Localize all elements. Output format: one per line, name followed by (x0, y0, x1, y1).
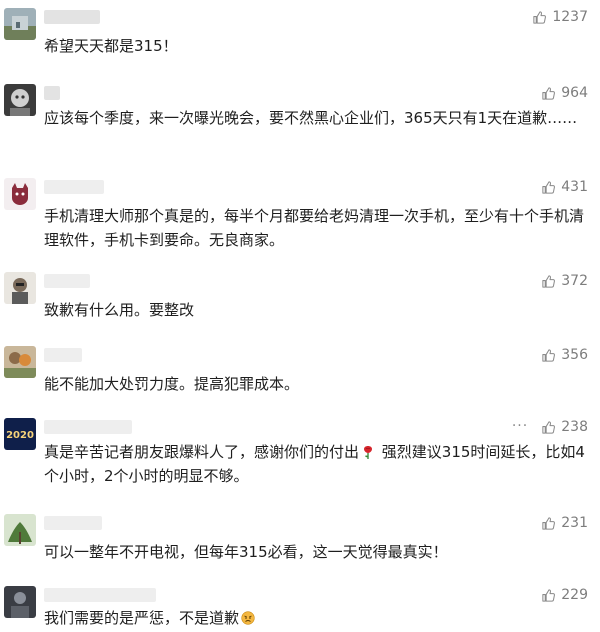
thumbs-up-icon (541, 274, 556, 289)
like-count: 431 (561, 179, 588, 195)
thumbs-up-icon (532, 10, 547, 25)
thumbs-up-icon (541, 348, 556, 363)
like-count: 1237 (552, 9, 588, 25)
comment-item: 2020 ··· 238 真是辛苦记者朋友跟爆料人了，感谢你们的付出 强烈建议3… (0, 418, 600, 504)
comment-text: 可以一整年不开电视，但每年315必看，这一天觉得最真实！ (44, 543, 448, 561)
comment-item: 231 可以一整年不开电视，但每年315必看，这一天觉得最真实！ (0, 514, 600, 574)
thumbs-up-icon (541, 588, 556, 603)
comment-text: 我们需要的是严惩，不是道歉 (44, 606, 590, 630)
like-button[interactable]: 238 (541, 418, 588, 436)
comment-text: 能不能加大处罚力度。提高犯罪成本。 (44, 375, 300, 393)
avatar[interactable] (4, 8, 36, 40)
comment-text: 手机清理大师那个真是的，每半个月都要给老妈清理一次手机，至少有十个手机清理软件，… (44, 207, 585, 249)
comment-item: 964 应该每个季度，来一次曝光晚会，要不然黑心企业们，365天只有1天在道歉…… (0, 84, 600, 164)
angry-face-emoji-icon (241, 608, 255, 625)
username-blurred[interactable] (44, 10, 100, 24)
avatar[interactable] (4, 346, 36, 378)
username-blurred[interactable] (44, 86, 60, 100)
thumbs-up-icon (541, 420, 556, 435)
comment-text: 希望天天都是315！ (44, 37, 178, 55)
like-count: 964 (561, 85, 588, 101)
comment-text: 应该每个季度，来一次曝光晚会，要不然黑心企业们，365天只有1天在道歉…… (44, 109, 578, 127)
avatar[interactable] (4, 586, 36, 618)
comment-feed: 1237 希望天天都是315！ 964 应该每个季度，来一次曝光晚会，要不然黑心… (0, 0, 600, 627)
avatar[interactable] (4, 178, 36, 210)
username-blurred[interactable] (44, 588, 156, 602)
like-count: 229 (561, 587, 588, 603)
comment-item: 372 致歉有什么用。要整改 (0, 272, 600, 332)
like-count: 372 (561, 273, 588, 289)
username-blurred[interactable] (44, 516, 102, 530)
username-blurred[interactable] (44, 420, 132, 434)
avatar[interactable]: 2020 (4, 418, 36, 450)
comment-item: 1237 希望天天都是315！ (0, 8, 600, 68)
like-button[interactable]: 372 (541, 272, 588, 290)
like-button[interactable]: 231 (541, 514, 588, 532)
rose-emoji-icon (361, 442, 375, 459)
comment-text-part: 我们需要的是严惩，不是道歉 (44, 609, 240, 627)
comment-item: 229 我们需要的是严惩，不是道歉 (0, 586, 600, 627)
like-count: 238 (561, 419, 588, 435)
thumbs-up-icon (541, 180, 556, 195)
avatar-label: 2020 (6, 430, 34, 441)
thumbs-up-icon (541, 516, 556, 531)
comment-text-part: 真是辛苦记者朋友跟爆料人了，感谢你们的付出 (44, 443, 360, 461)
like-button[interactable]: 356 (541, 346, 588, 364)
like-count: 231 (561, 515, 588, 531)
comment-text: 致歉有什么用。要整改 (44, 301, 195, 319)
thumbs-up-icon (541, 86, 556, 101)
like-count: 356 (561, 347, 588, 363)
avatar[interactable] (4, 272, 36, 304)
like-button[interactable]: 431 (541, 178, 588, 196)
comment-text: 真是辛苦记者朋友跟爆料人了，感谢你们的付出 强烈建议315时间延长，比如4个小时… (44, 440, 590, 488)
username-blurred[interactable] (44, 180, 104, 194)
comment-item: 431 手机清理大师那个真是的，每半个月都要给老妈清理一次手机，至少有十个手机清… (0, 178, 600, 258)
like-button[interactable]: 1237 (532, 8, 588, 26)
avatar[interactable] (4, 84, 36, 116)
avatar[interactable] (4, 514, 36, 546)
like-button[interactable]: 229 (541, 586, 588, 604)
username-blurred[interactable] (44, 274, 90, 288)
username-blurred[interactable] (44, 348, 82, 362)
like-button[interactable]: 964 (541, 84, 588, 102)
more-options-button[interactable]: ··· (510, 418, 530, 436)
comment-item: 356 能不能加大处罚力度。提高犯罪成本。 (0, 346, 600, 406)
